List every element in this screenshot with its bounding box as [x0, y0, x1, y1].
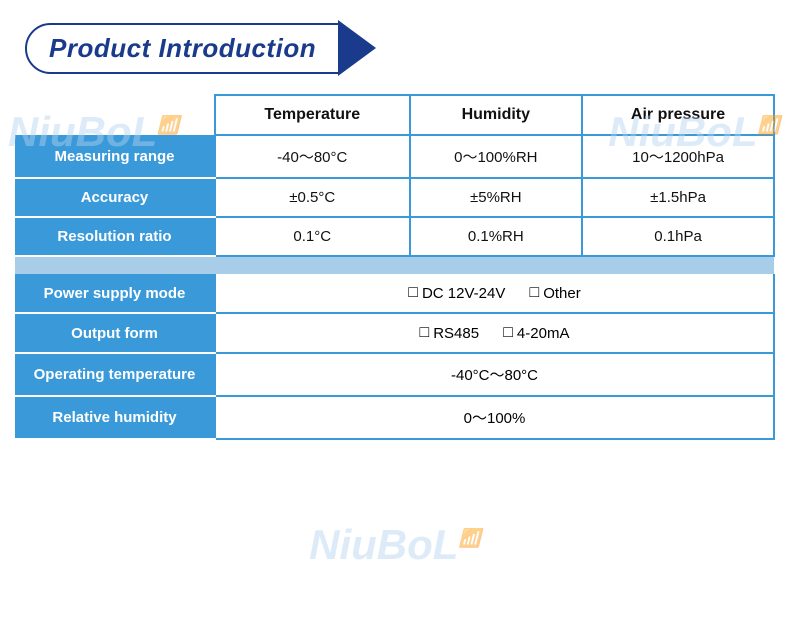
checkbox-other: Other [530, 284, 581, 302]
spec-table: Temperature Humidity Air pressure Measur… [15, 94, 775, 440]
row-label-relative-humidity: Relative humidity [15, 396, 215, 439]
cell-pres-measuring: 10～1200hPa [582, 135, 774, 178]
cell-hum-resolution: 0.1%RH [410, 217, 583, 256]
checkbox-rs485: RS485 [420, 324, 480, 342]
table-row: Power supply mode DC 12V-24V Other [15, 274, 774, 313]
table-row: Operating temperature -40°C～80°C [15, 353, 774, 396]
table-row: Output form RS485 4-20mA [15, 313, 774, 353]
cell-hum-measuring: 0～100%RH [410, 135, 583, 178]
cell-hum-accuracy: ±5%RH [410, 178, 583, 217]
cell-temp-resolution: 0.1°C [215, 217, 410, 256]
cell-output-form: RS485 4-20mA [215, 313, 774, 353]
spacer-row [15, 256, 774, 274]
page-wrapper: Product Introduction NiuBoL📶 NiuBoL📶 Niu… [0, 0, 790, 629]
cell-pres-accuracy: ±1.5hPa [582, 178, 774, 217]
cell-operating-temp: -40°C～80°C [215, 353, 774, 396]
watermark-bottom: NiuBoL📶 [309, 521, 481, 569]
checkbox-4-20ma: 4-20mA [503, 324, 569, 342]
table-row: Relative humidity 0～100% [15, 396, 774, 439]
header-empty [15, 95, 215, 135]
header-humidity: Humidity [410, 95, 583, 135]
table-row: Resolution ratio 0.1°C 0.1%RH 0.1hPa [15, 217, 774, 256]
cell-relative-humidity: 0～100% [215, 396, 774, 439]
row-label-measuring-range: Measuring range [15, 135, 215, 178]
table-header-row: Temperature Humidity Air pressure [15, 95, 774, 135]
header-temperature: Temperature [215, 95, 410, 135]
page-title: Product Introduction [49, 33, 316, 64]
row-label-accuracy: Accuracy [15, 178, 215, 217]
row-label-operating-temp: Operating temperature [15, 353, 215, 396]
title-area: Product Introduction [15, 20, 775, 76]
row-label-power-supply: Power supply mode [15, 274, 215, 313]
table-row: Measuring range -40～80°C 0～100%RH 10～120… [15, 135, 774, 178]
spacer-cell [15, 256, 774, 274]
row-label-output-form: Output form [15, 313, 215, 353]
cell-temp-accuracy: ±0.5°C [215, 178, 410, 217]
header-air-pressure: Air pressure [582, 95, 774, 135]
cell-pres-resolution: 0.1hPa [582, 217, 774, 256]
table-row: Accuracy ±0.5°C ±5%RH ±1.5hPa [15, 178, 774, 217]
cell-power-supply: DC 12V-24V Other [215, 274, 774, 313]
row-label-resolution: Resolution ratio [15, 217, 215, 256]
title-arrow [338, 20, 376, 76]
checkbox-dc: DC 12V-24V [408, 284, 505, 302]
cell-temp-measuring: -40～80°C [215, 135, 410, 178]
title-box: Product Introduction [25, 23, 340, 74]
